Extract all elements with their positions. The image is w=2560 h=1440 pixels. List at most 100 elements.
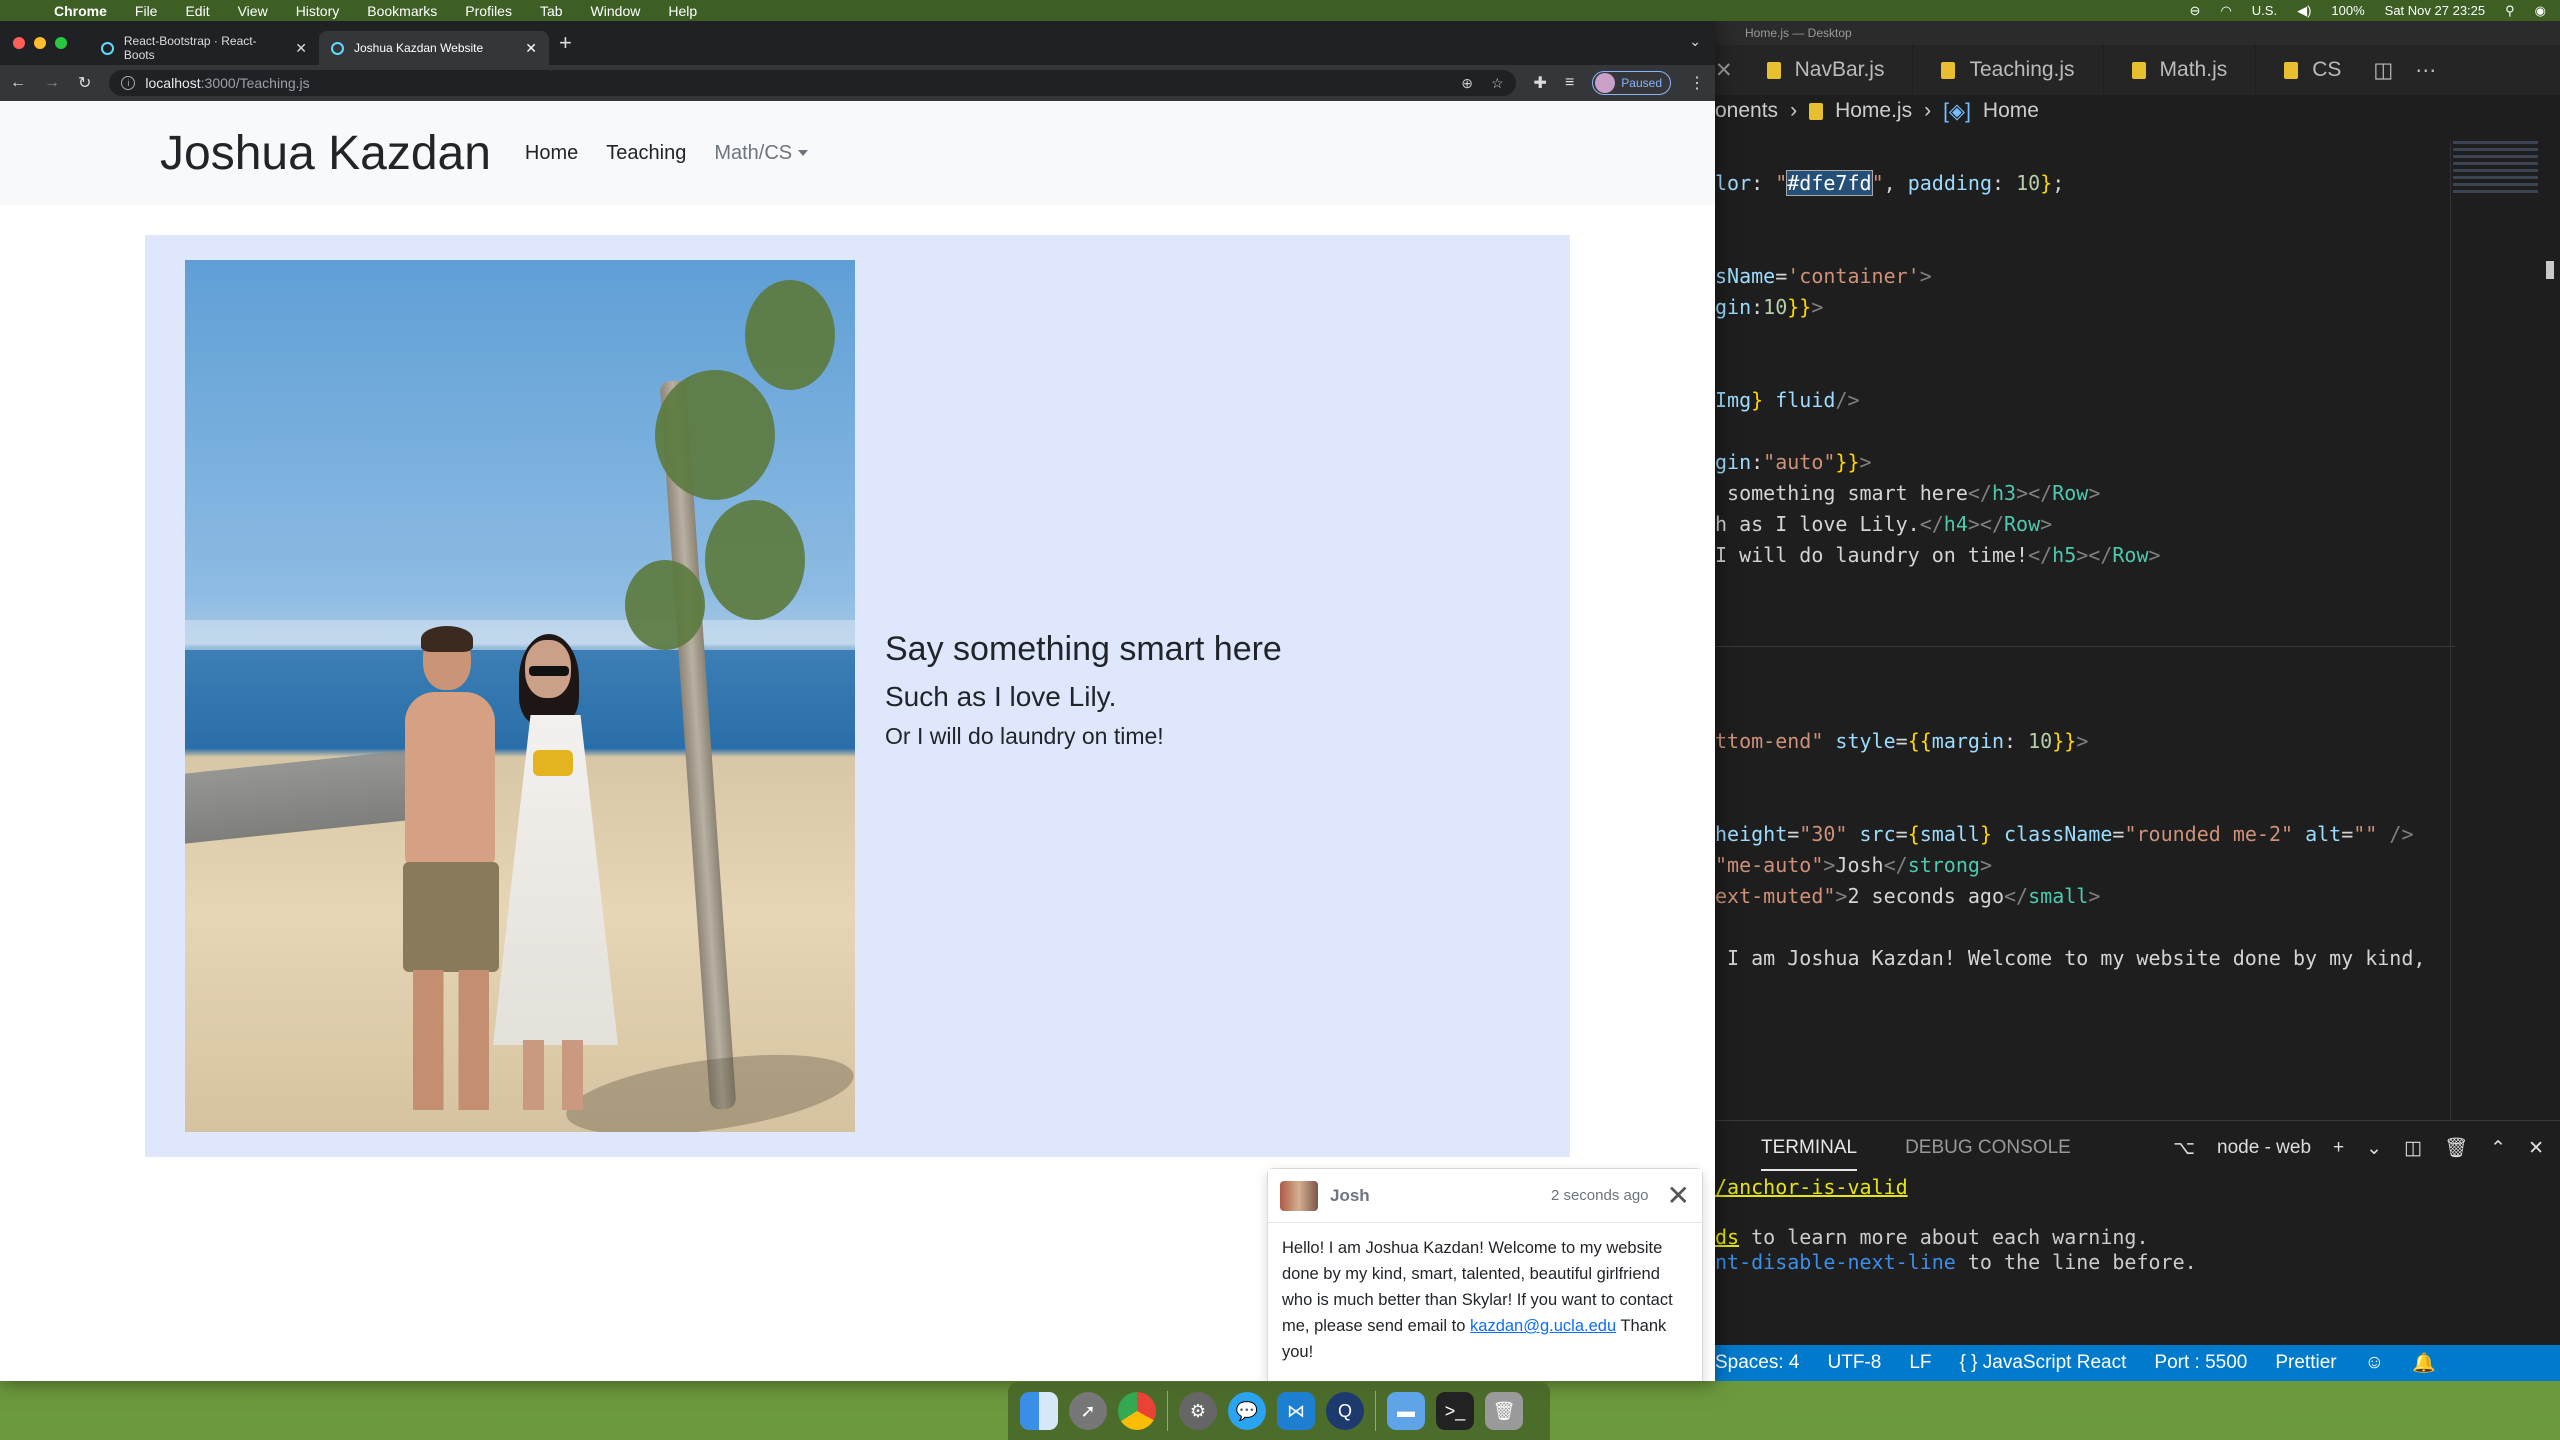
close-icon[interactable]: ✕ bbox=[1715, 58, 1739, 83]
chevron-down-icon[interactable]: ⌄ bbox=[2366, 1137, 2382, 1160]
menu-tab[interactable]: Tab bbox=[540, 3, 563, 19]
menu-bookmarks[interactable]: Bookmarks bbox=[367, 3, 437, 19]
breadcrumb-folder[interactable]: onents bbox=[1715, 99, 1778, 123]
close-window-button[interactable] bbox=[13, 37, 25, 49]
nav-teaching[interactable]: Teaching bbox=[602, 142, 690, 165]
new-tab-button[interactable]: + bbox=[559, 30, 572, 56]
terminal-text: to learn more about each warning. bbox=[1739, 1225, 2149, 1249]
editor-tab-teaching[interactable]: Teaching.js bbox=[1913, 45, 2104, 95]
browser-tab-active[interactable]: Joshua Kazdan Website ✕ bbox=[319, 31, 549, 65]
address-bar[interactable]: i localhost:3000/Teaching.js ⊕ ☆ bbox=[109, 70, 1516, 96]
status-eol[interactable]: LF bbox=[1909, 1352, 1931, 1374]
more-actions-icon[interactable]: ⋯ bbox=[2415, 58, 2436, 83]
email-link[interactable]: kazdan@g.ucla.edu bbox=[1470, 1317, 1616, 1335]
chrome-menu-icon[interactable]: ⋮ bbox=[1689, 73, 1705, 93]
forward-icon[interactable]: → bbox=[44, 74, 60, 92]
notifications-icon[interactable]: 🔔 bbox=[2412, 1351, 2436, 1375]
maximize-panel-icon[interactable]: ⌃ bbox=[2490, 1137, 2506, 1160]
menu-history[interactable]: History bbox=[296, 3, 340, 19]
launchpad-icon[interactable]: ➚ bbox=[1069, 1392, 1107, 1430]
vscode-icon[interactable]: ⋈ bbox=[1277, 1392, 1315, 1430]
reload-icon[interactable]: ↻ bbox=[78, 73, 91, 93]
minimize-window-button[interactable] bbox=[34, 37, 46, 49]
reading-list-icon[interactable]: ≡ bbox=[1565, 74, 1574, 92]
menu-app-name[interactable]: Chrome bbox=[54, 3, 107, 19]
close-icon[interactable]: ✕ bbox=[1667, 1181, 1690, 1210]
tab-search-icon[interactable]: ⌄ bbox=[1689, 33, 1701, 50]
input-source[interactable]: U.S. bbox=[2252, 3, 2277, 18]
status-prettier[interactable]: Prettier bbox=[2275, 1352, 2336, 1374]
status-indentation[interactable]: Spaces: 4 bbox=[1715, 1352, 1800, 1374]
url-text[interactable]: localhost:3000/Teaching.js bbox=[145, 75, 309, 91]
folder-icon[interactable]: ▬ bbox=[1387, 1392, 1425, 1430]
trash-icon[interactable]: 🗑 bbox=[1485, 1392, 1523, 1430]
menu-help[interactable]: Help bbox=[668, 3, 697, 19]
trash-icon[interactable]: 🗑 bbox=[2444, 1136, 2468, 1160]
messages-icon[interactable]: 💬 bbox=[1228, 1392, 1266, 1430]
status-language[interactable]: { } JavaScript React bbox=[1960, 1352, 2127, 1374]
control-center-icon[interactable]: ◉ bbox=[2535, 3, 2546, 19]
split-terminal-icon[interactable]: ◫ bbox=[2404, 1137, 2422, 1160]
terminal-app-icon[interactable]: >_ bbox=[1436, 1392, 1474, 1430]
browser-tab[interactable]: React-Bootstrap · React-Boots ✕ bbox=[89, 31, 319, 65]
battery-percent[interactable]: 100% bbox=[2331, 3, 2364, 18]
zoom-icon[interactable]: ⊕ bbox=[1461, 75, 1473, 92]
spotlight-icon[interactable]: ⚲ bbox=[2505, 3, 2515, 19]
toast-notification: Josh 2 seconds ago ✕ Hello! I am Joshua … bbox=[1267, 1168, 1703, 1381]
close-tab-icon[interactable]: ✕ bbox=[295, 40, 307, 57]
menu-window[interactable]: Window bbox=[591, 3, 641, 19]
minimap[interactable] bbox=[2453, 141, 2538, 241]
menu-view[interactable]: View bbox=[238, 3, 268, 19]
quicktime-icon[interactable]: Q bbox=[1326, 1392, 1364, 1430]
system-preferences-icon[interactable]: ⚙ bbox=[1179, 1392, 1217, 1430]
editor-tab-label: NavBar.js bbox=[1794, 58, 1885, 81]
hero-container: Say something smart here Such as I love … bbox=[145, 235, 1570, 1157]
split-editor-icon[interactable]: ◫ bbox=[2373, 58, 2393, 83]
status-encoding[interactable]: UTF-8 bbox=[1828, 1352, 1882, 1374]
terminal-output[interactable]: /anchor-is-valid ds to learn more about … bbox=[1715, 1175, 2560, 1275]
extensions-icon[interactable]: ✚ bbox=[1534, 73, 1547, 93]
bookmark-star-icon[interactable]: ☆ bbox=[1491, 75, 1504, 92]
site-brand[interactable]: Joshua Kazdan bbox=[160, 126, 491, 181]
js-file-icon bbox=[1766, 61, 1781, 79]
code-editor[interactable]: lor: "#dfe7fd", padding: 10}; sName='con… bbox=[1715, 170, 2455, 977]
back-icon[interactable]: ← bbox=[10, 74, 26, 92]
link-icon[interactable]: ⊖ bbox=[2190, 3, 2201, 19]
status-live-server-port[interactable]: Port : 5500 bbox=[2154, 1352, 2247, 1374]
volume-icon[interactable]: ◀) bbox=[2297, 3, 2311, 19]
nav-mathcs-dropdown[interactable]: Math/CS bbox=[710, 142, 812, 165]
editor-tab-cs[interactable]: CS bbox=[2256, 45, 2369, 95]
breadcrumb-symbol[interactable]: Home bbox=[1983, 99, 2039, 123]
chrome-icon[interactable] bbox=[1118, 1392, 1156, 1430]
editor-tab-navbar[interactable]: NavBar.js bbox=[1739, 45, 1914, 95]
wifi-icon[interactable]: ◠ bbox=[2220, 3, 2231, 19]
menu-edit[interactable]: Edit bbox=[185, 3, 209, 19]
js-file-icon bbox=[1809, 102, 1824, 120]
site-info-icon[interactable]: i bbox=[121, 76, 136, 90]
web-page: Joshua Kazdan Home Teaching Math/CS Say … bbox=[0, 101, 1715, 1381]
menu-profiles[interactable]: Profiles bbox=[465, 3, 512, 19]
window-controls bbox=[13, 37, 67, 49]
new-terminal-icon[interactable]: + bbox=[2333, 1137, 2344, 1159]
tab-terminal[interactable]: TERMINAL bbox=[1761, 1125, 1858, 1171]
terminal-rule-link[interactable]: /anchor-is-valid bbox=[1715, 1175, 1908, 1199]
editor-scrollbar[interactable] bbox=[2546, 261, 2554, 279]
profile-button[interactable]: Paused bbox=[1592, 71, 1671, 95]
clock[interactable]: Sat Nov 27 23:25 bbox=[2385, 3, 2485, 18]
feedback-icon[interactable]: ☺ bbox=[2365, 1352, 2384, 1374]
terminal-name[interactable]: node - web bbox=[2217, 1137, 2311, 1159]
tab-debug-console[interactable]: DEBUG CONSOLE bbox=[1905, 1137, 2071, 1159]
site-navbar: Joshua Kazdan Home Teaching Math/CS bbox=[0, 101, 1715, 205]
editor-tab-math[interactable]: Math.js bbox=[2104, 45, 2257, 95]
code-line: lor: "#dfe7fd", padding: 10}; bbox=[1715, 170, 2065, 196]
nav-home[interactable]: Home bbox=[521, 142, 582, 165]
breadcrumb-file[interactable]: Home.js bbox=[1835, 99, 1912, 123]
close-tab-icon[interactable]: ✕ bbox=[525, 40, 537, 57]
zoom-window-button[interactable] bbox=[55, 37, 67, 49]
finder-icon[interactable] bbox=[1020, 1392, 1058, 1430]
menu-file[interactable]: File bbox=[135, 3, 158, 19]
close-panel-icon[interactable]: ✕ bbox=[2528, 1137, 2544, 1160]
